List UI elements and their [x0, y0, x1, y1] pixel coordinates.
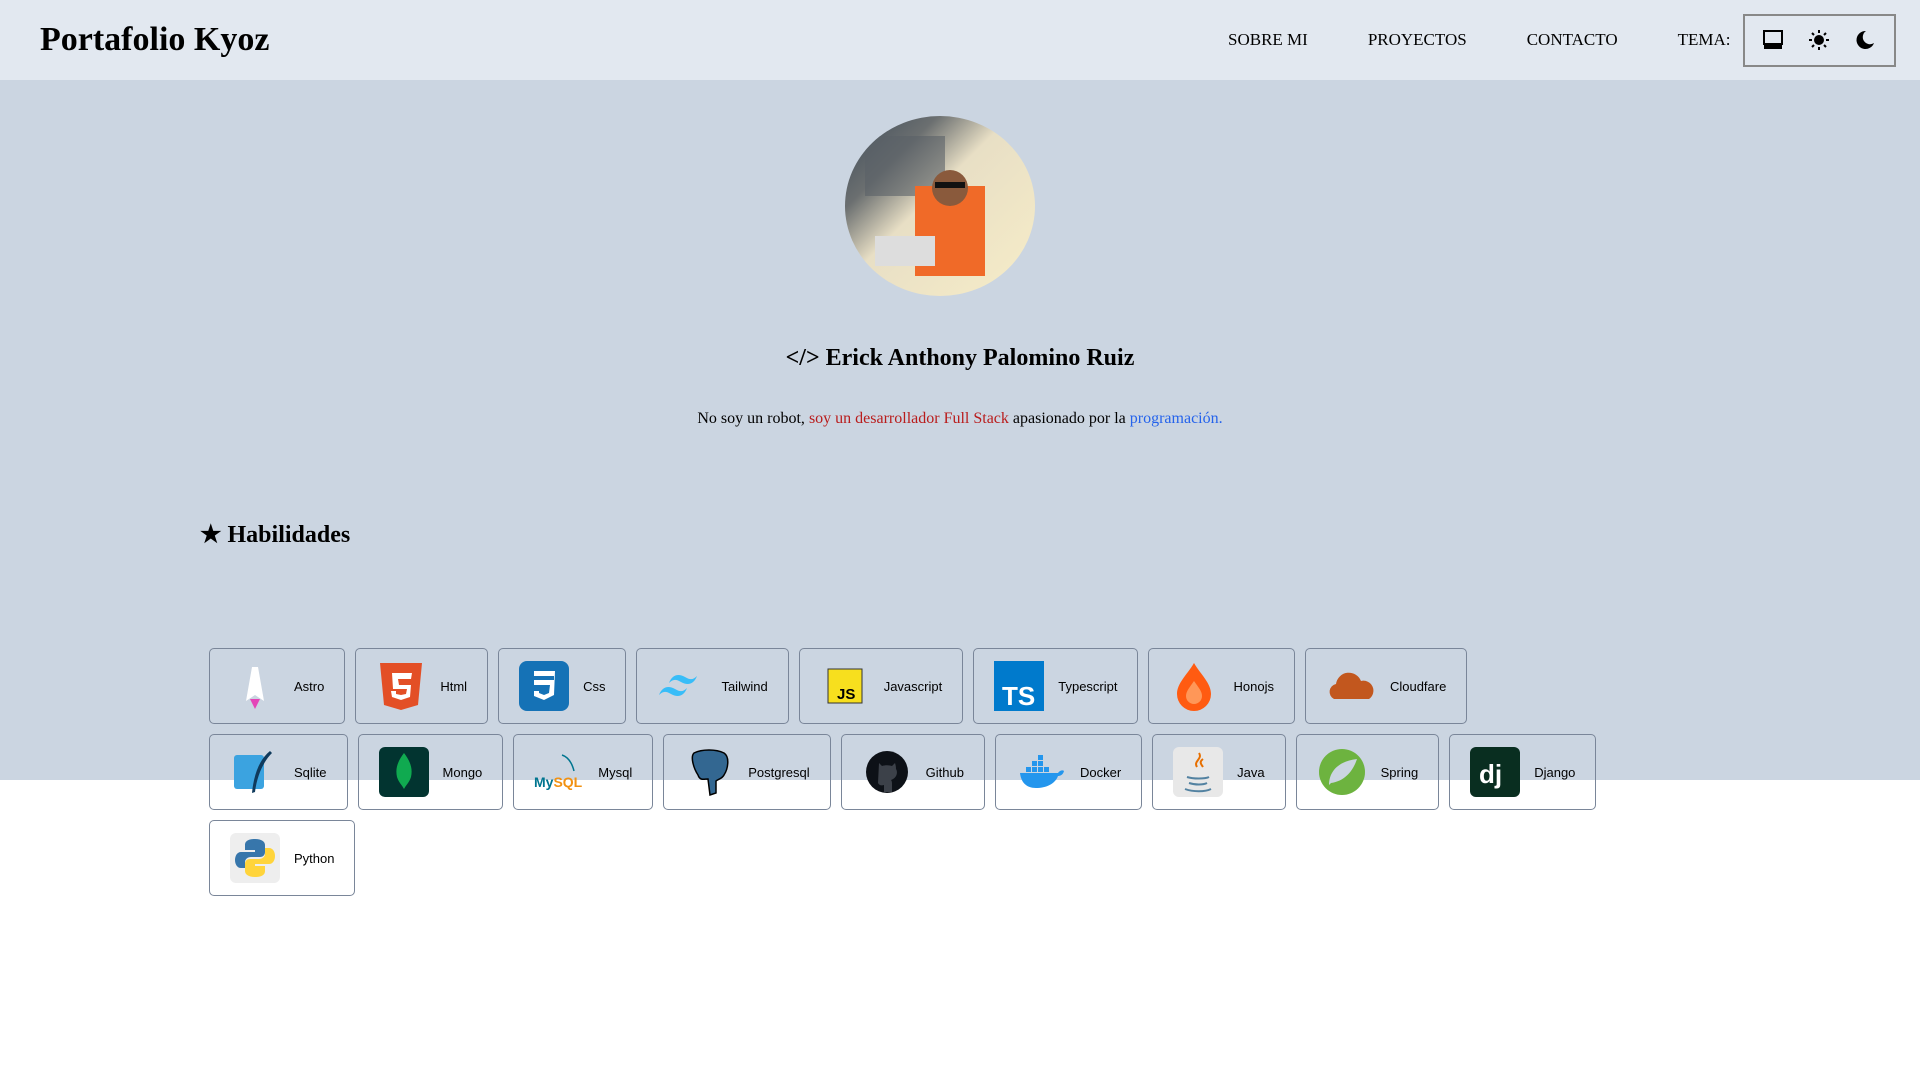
- skill-label: Javascript: [883, 678, 943, 694]
- skill-label: Sqlite: [294, 764, 327, 780]
- cloud-icon: [1329, 672, 1374, 699]
- skill-label: Spring: [1380, 764, 1419, 780]
- skill-label: Docker: [1079, 764, 1122, 780]
- skill-docker[interactable]: Docker: [994, 734, 1143, 810]
- skill-label: Github: [925, 764, 964, 780]
- nav-contacto[interactable]: CONTACTO: [1527, 30, 1618, 50]
- java-icon: [1173, 747, 1224, 797]
- skill-spring[interactable]: Spring: [1295, 734, 1440, 810]
- skill-github[interactable]: Github: [840, 734, 985, 810]
- nav-proyectos[interactable]: PROYECTOS: [1368, 30, 1467, 50]
- avatar: [845, 116, 1035, 296]
- tailwind-icon: [659, 675, 698, 696]
- header: Portafolio Kyoz SOBRE MI PROYECTOS CONTA…: [0, 0, 1920, 80]
- main-nav: SOBRE MI PROYECTOS CONTACTO TEMA:: [1228, 0, 1896, 80]
- astro-icon: [246, 667, 264, 709]
- skill-label: Html: [440, 678, 468, 694]
- desc-text: No soy un robot,: [697, 410, 809, 427]
- svg-text:dj: dj: [1479, 759, 1502, 789]
- skill-label: Django: [1534, 764, 1576, 780]
- postgresql-icon: [691, 749, 729, 797]
- svg-text:TS: TS: [1002, 681, 1035, 711]
- skill-cloudfare[interactable]: Cloudfare: [1304, 648, 1468, 724]
- typescript-icon: TS: [994, 661, 1045, 711]
- profile-name: </> Erick Anthony Palomino Ruiz: [785, 345, 1135, 371]
- sqlite-icon: [234, 751, 272, 793]
- django-icon: dj: [1470, 747, 1521, 797]
- system-theme-icon[interactable]: [1758, 25, 1788, 55]
- github-icon: [865, 751, 908, 793]
- skill-tailwind[interactable]: Tailwind: [636, 648, 789, 724]
- mysql-icon: MySQL: [534, 754, 583, 790]
- site-title[interactable]: Portafolio Kyoz: [40, 21, 269, 59]
- hono-flame-icon: [1177, 663, 1212, 711]
- skill-astro[interactable]: Astro: [209, 648, 346, 724]
- profile-description: No soy un robot, soy un desarrollador Fu…: [0, 410, 1920, 428]
- hero-section: </> Erick Anthony Palomino Ruiz No soy u…: [0, 80, 1920, 896]
- python-icon: [230, 833, 280, 883]
- skill-sqlite[interactable]: Sqlite: [209, 734, 348, 810]
- skill-django[interactable]: dj Django: [1449, 734, 1597, 810]
- skill-label: Typescript: [1058, 678, 1118, 694]
- skill-mysql[interactable]: MySQL Mysql: [513, 734, 654, 810]
- skill-javascript[interactable]: JS Javascript: [798, 648, 964, 724]
- desc-highlight-blue: programación.: [1129, 410, 1223, 427]
- desc-text: apasionado por la: [1008, 410, 1130, 427]
- nav-sobre-mi[interactable]: SOBRE MI: [1228, 30, 1308, 50]
- skill-typescript[interactable]: TS Typescript: [973, 648, 1139, 724]
- skill-label: Python: [294, 850, 335, 866]
- skill-python[interactable]: Python: [209, 820, 356, 896]
- svg-text:MySQL: MySQL: [534, 774, 583, 790]
- sun-icon[interactable]: [1804, 25, 1834, 55]
- skill-label: Tailwind: [721, 678, 768, 694]
- docker-icon: [1019, 755, 1064, 788]
- html5-icon: [380, 663, 423, 710]
- moon-icon[interactable]: [1850, 25, 1880, 55]
- skill-css[interactable]: Css: [498, 648, 627, 724]
- skill-java[interactable]: Java: [1152, 734, 1286, 810]
- skill-label: Mongo: [442, 764, 483, 780]
- skills-grid: Astro Html Css Tailwind JS Javascript TS T…: [209, 648, 1609, 896]
- skills-title: ★ Habilidades: [200, 522, 351, 548]
- skill-label: Cloudfare: [1389, 678, 1447, 694]
- spring-icon: [1318, 749, 1365, 795]
- skill-label: Css: [583, 678, 606, 694]
- skill-html[interactable]: Html: [355, 648, 489, 724]
- skill-label: Mysql: [598, 764, 633, 780]
- skill-honojs[interactable]: Honojs: [1148, 648, 1295, 724]
- skill-postgresql[interactable]: Postgresql: [663, 734, 831, 810]
- skill-label: Postgresql: [748, 764, 810, 780]
- javascript-icon: JS: [827, 668, 863, 704]
- theme-switcher: [1742, 13, 1896, 67]
- theme-label: TEMA:: [1677, 30, 1731, 49]
- skill-label: Astro: [294, 678, 325, 694]
- mongodb-icon: [378, 747, 429, 797]
- skill-mongo[interactable]: Mongo: [357, 734, 504, 810]
- desc-highlight-red: soy un desarrollador Full Stack: [808, 410, 1009, 427]
- css3-icon: [519, 661, 570, 711]
- skill-label: Java: [1237, 764, 1265, 780]
- skill-label: Honojs: [1233, 678, 1274, 694]
- svg-text:JS: JS: [837, 686, 855, 703]
